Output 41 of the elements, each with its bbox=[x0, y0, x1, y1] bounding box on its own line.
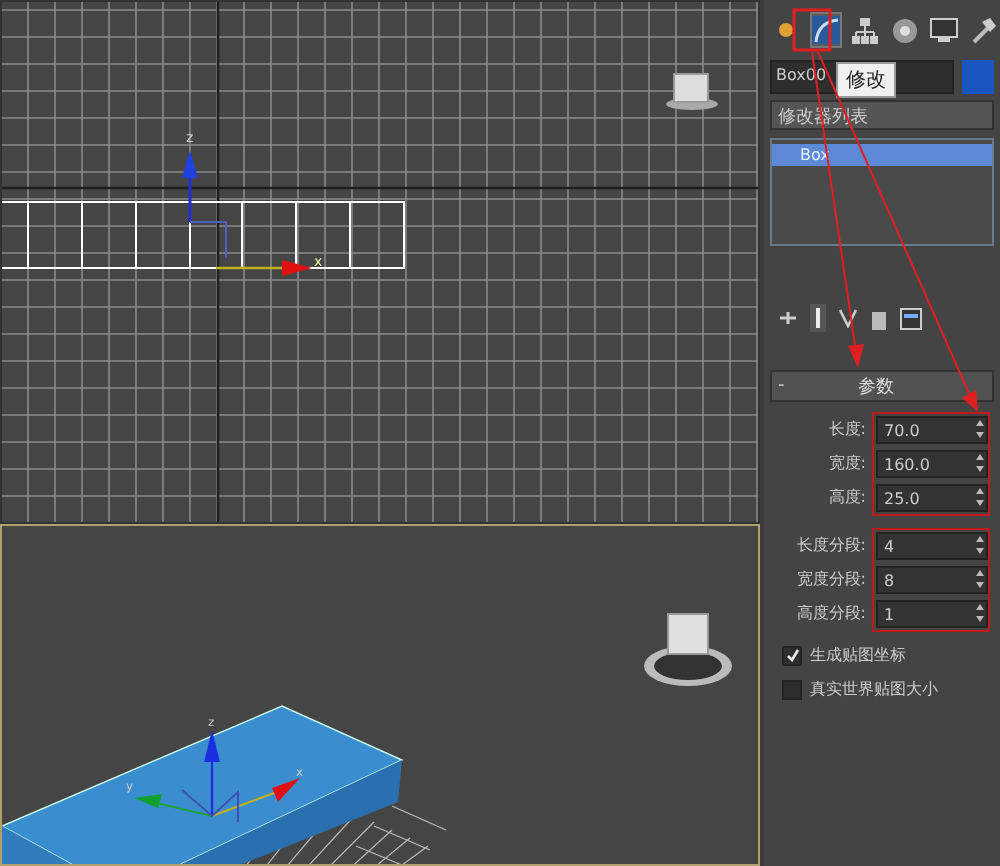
collapse-toggle[interactable]: - bbox=[772, 376, 858, 396]
checkbox[interactable] bbox=[782, 679, 802, 699]
spinner-arrows-icon bbox=[974, 602, 986, 624]
field-label: 宽度: bbox=[826, 452, 868, 476]
panel-tab[interactable] bbox=[927, 12, 961, 48]
tooltip: 修改 bbox=[836, 62, 896, 98]
color-swatch[interactable] bbox=[962, 60, 994, 94]
spinner-arrows-icon bbox=[974, 534, 986, 556]
checkbox-label: 生成贴图坐标 bbox=[810, 644, 906, 666]
monitor-icon bbox=[930, 18, 959, 42]
highlight-frame bbox=[792, 8, 832, 52]
spinner-arrows-icon bbox=[974, 486, 986, 508]
spinner-arrows-icon bbox=[974, 418, 986, 440]
field-label: 高度分段: bbox=[794, 602, 868, 626]
bar-icon[interactable] bbox=[810, 304, 826, 332]
transform-gizmo bbox=[182, 150, 312, 276]
checkbox[interactable] bbox=[782, 645, 802, 665]
hammer-icon bbox=[970, 17, 997, 43]
spinner-field[interactable]: 160.0 bbox=[876, 450, 988, 478]
panel-tab[interactable] bbox=[848, 12, 883, 48]
configure-icon[interactable] bbox=[900, 307, 922, 329]
view-cube-icon bbox=[644, 613, 732, 686]
spinner-field[interactable]: 25.0 bbox=[876, 484, 988, 512]
motion-icon bbox=[891, 17, 918, 43]
hierarchy-icon bbox=[852, 17, 879, 43]
sun-icon bbox=[778, 22, 795, 38]
spinner-field[interactable]: 1 bbox=[876, 600, 988, 628]
field-label: 高度: bbox=[826, 486, 868, 510]
spinner-field[interactable]: 4 bbox=[876, 532, 988, 560]
field-label: 长度分段: bbox=[794, 534, 868, 558]
rollout-title: 参数 bbox=[858, 375, 894, 399]
spinner-arrows-icon bbox=[974, 452, 986, 474]
checkbox-label: 真实世界贴图大小 bbox=[810, 678, 938, 700]
field-label: 宽度分段: bbox=[794, 568, 868, 592]
field-label: 长度: bbox=[826, 418, 868, 442]
spinner-arrows-icon bbox=[974, 568, 986, 590]
curve-icon bbox=[812, 16, 840, 44]
rollout-header[interactable]: - 参数 bbox=[770, 370, 994, 402]
view-cube-icon bbox=[666, 73, 718, 110]
spinner-field[interactable]: 8 bbox=[876, 566, 988, 594]
spinner-field[interactable]: 70.0 bbox=[876, 416, 988, 444]
